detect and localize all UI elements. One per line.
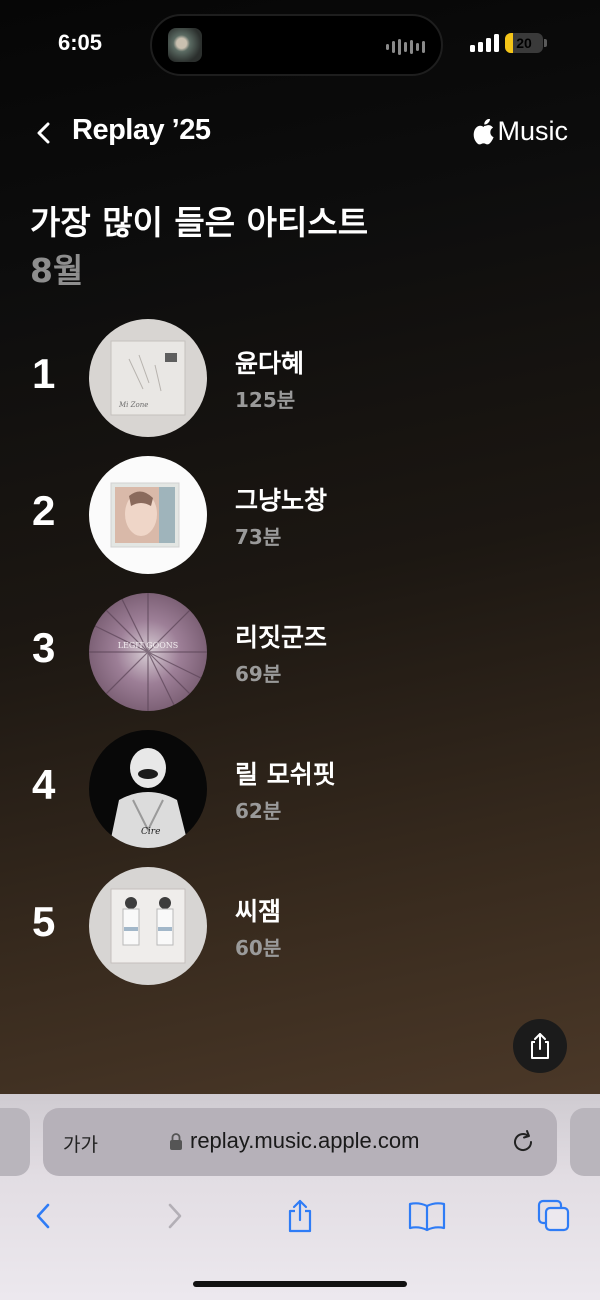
rank-number: 4 [32, 761, 56, 808]
browser-share-button[interactable] [278, 1194, 322, 1238]
cellular-signal-icon [470, 34, 499, 52]
artist-name: 씨잼 [235, 897, 282, 926]
next-tab-preview[interactable] [570, 1108, 600, 1176]
header: Replay ’25 Music [0, 108, 600, 158]
previous-tab-preview[interactable] [0, 1108, 30, 1176]
rank-number: 2 [32, 487, 56, 534]
browser-toolbar: 가가 replay.music.apple.com [0, 1094, 600, 1300]
battery-cap [544, 39, 547, 47]
rank-number: 1 [32, 350, 56, 397]
artist-avatar[interactable]: LEGIT GOONS [89, 593, 207, 711]
brand-text: Music [497, 116, 568, 146]
artist-name: 그냥노창 [235, 486, 328, 515]
lock-icon [170, 1133, 182, 1150]
list-item[interactable]: 2 그냥노창 73분 [0, 455, 600, 575]
listening-minutes: 62분 [235, 799, 282, 823]
tabs-icon [537, 1199, 570, 1232]
share-button[interactable] [513, 1019, 567, 1073]
now-playing-artwork[interactable] [168, 28, 202, 62]
list-item[interactable]: 5 씨잼 60분 [0, 866, 600, 986]
page-subtitle: 8월 [30, 251, 84, 290]
share-icon [288, 1199, 312, 1233]
album-art-caption: Mi Zone [118, 401, 148, 409]
back-button[interactable] [30, 116, 60, 150]
apple-logo-icon [474, 118, 495, 144]
album-art-caption: Cire [141, 827, 160, 837]
listening-minutes: 69분 [235, 662, 282, 686]
artist-name: 윤다혜 [235, 349, 305, 378]
list-item[interactable]: 1 Mi Zone 윤다혜 125분 [0, 318, 600, 438]
back-icon [36, 1203, 50, 1229]
list-item[interactable]: 4 Cire 릴 모쉬핏 62분 [0, 729, 600, 849]
battery-level-text: 20 [516, 35, 532, 51]
artist-avatar[interactable] [89, 456, 207, 574]
apple-music-logo: Music [473, 116, 568, 147]
artist-name: 릴 모쉬핏 [235, 760, 336, 789]
browser-forward-button[interactable] [152, 1194, 196, 1238]
listening-minutes: 125분 [235, 388, 296, 412]
listening-minutes: 73분 [235, 525, 282, 549]
address-bar[interactable]: 가가 replay.music.apple.com [43, 1108, 557, 1176]
page-title: 가장 많이 들은 아티스트 [30, 203, 369, 242]
list-item[interactable]: 3 LEGIT GOONS 리짓군즈 69분 [0, 592, 600, 712]
artist-avatar[interactable] [89, 867, 207, 985]
reload-icon[interactable] [509, 1128, 537, 1156]
audio-waveform-icon [386, 38, 425, 56]
forward-icon [168, 1203, 182, 1229]
listening-minutes: 60분 [235, 936, 282, 960]
header-title: Replay ’25 [72, 114, 211, 146]
tabs-button[interactable] [532, 1194, 576, 1238]
browser-back-button[interactable] [22, 1194, 66, 1238]
battery-icon: 20 [505, 33, 543, 53]
browser-nav-row [0, 1194, 600, 1238]
home-indicator[interactable] [193, 1281, 407, 1287]
album-art-caption: LEGIT GOONS [118, 641, 179, 650]
artist-avatar[interactable]: Mi Zone [89, 319, 207, 437]
url-text[interactable]: replay.music.apple.com [190, 1128, 419, 1154]
bookmarks-button[interactable] [405, 1194, 449, 1238]
chevron-left-icon [37, 122, 50, 144]
artist-name: 리짓군즈 [235, 623, 328, 652]
status-time: 6:05 [58, 30, 103, 55]
share-icon [531, 1033, 549, 1059]
book-icon [408, 1202, 446, 1232]
dynamic-island[interactable] [150, 14, 443, 76]
artist-avatar[interactable]: Cire [89, 730, 207, 848]
status-bar: 6:05 20 [0, 0, 600, 92]
rank-number: 3 [32, 624, 56, 671]
rank-number: 5 [32, 898, 56, 945]
text-size-button[interactable]: 가가 [63, 1130, 98, 1157]
